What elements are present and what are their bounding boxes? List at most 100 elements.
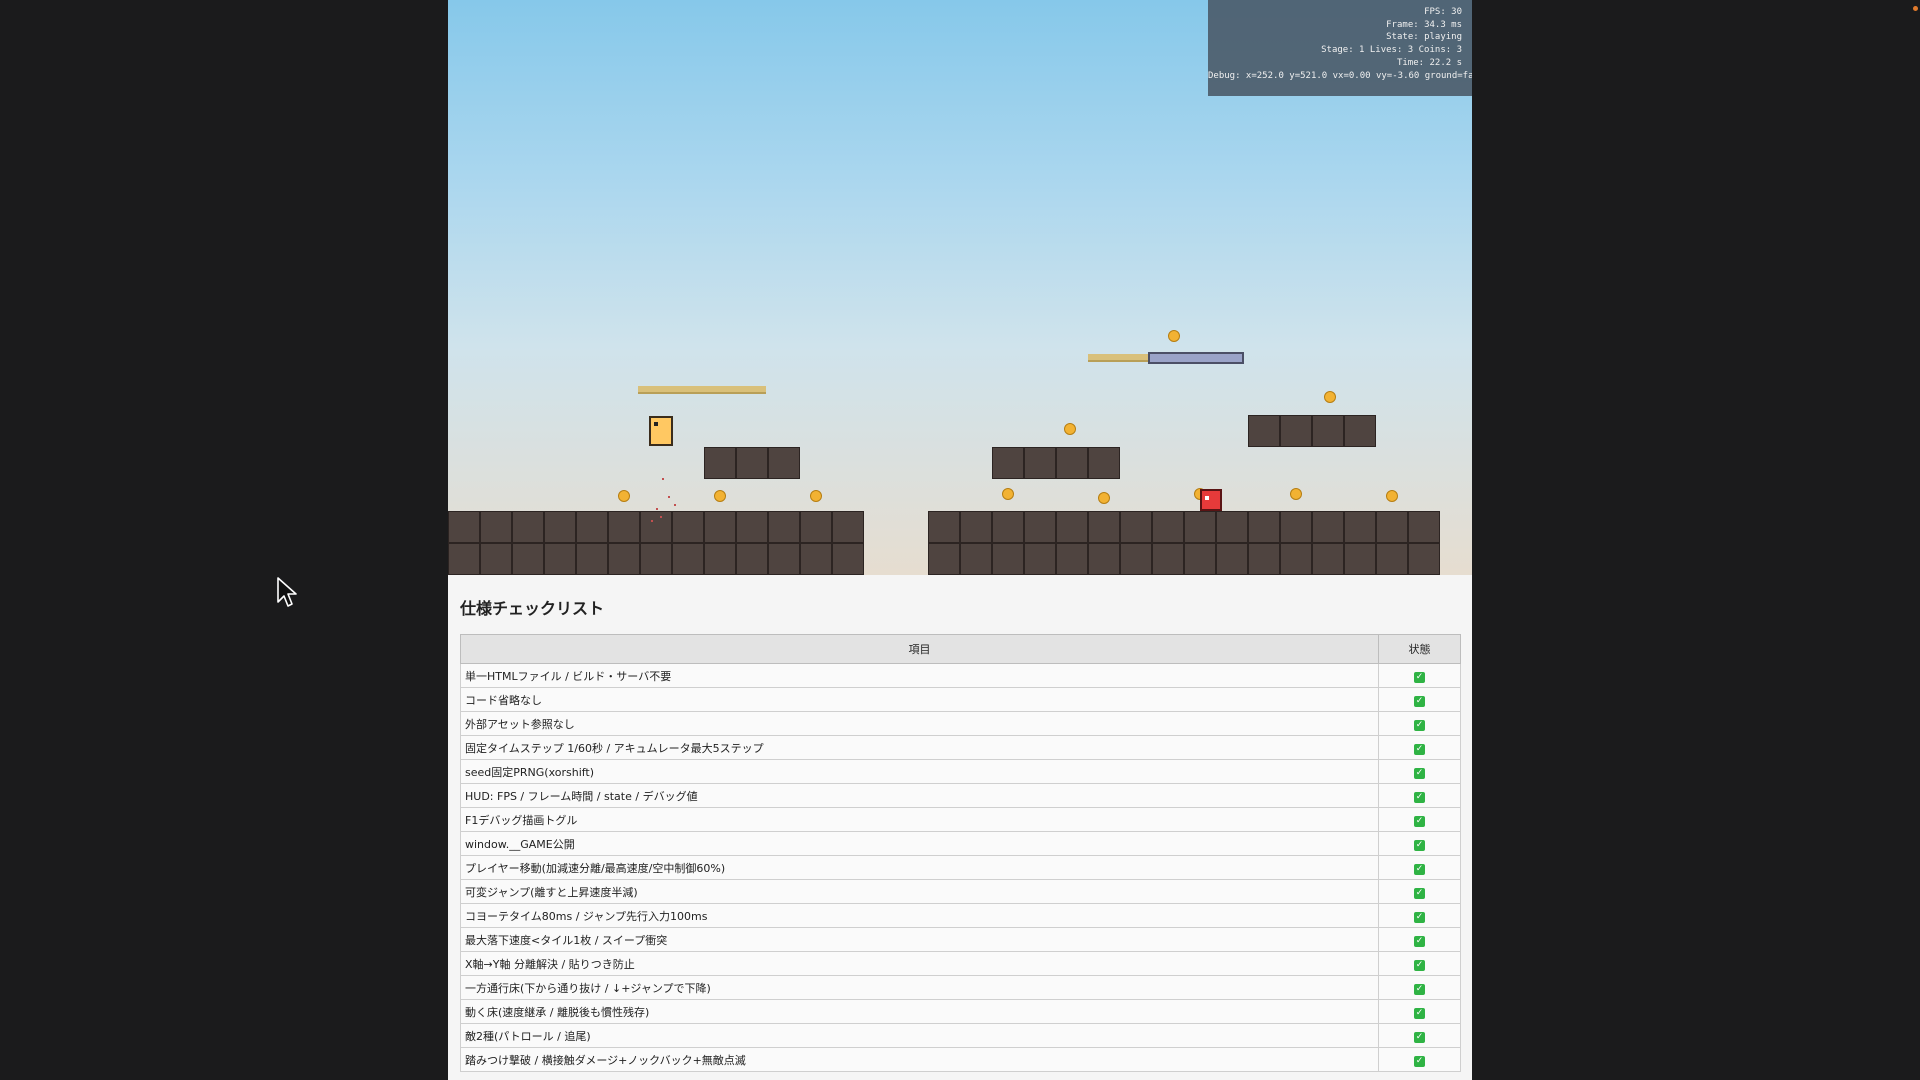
checklist-status: ✓ <box>1378 807 1461 832</box>
checklist-status: ✓ <box>1378 879 1461 904</box>
checklist-status: ✓ <box>1378 831 1461 856</box>
checklist-item-label: window.__GAME公開 <box>460 831 1379 856</box>
check-icon: ✓ <box>1414 671 1425 683</box>
page-container: FPS: 30 Frame: 34.3 ms State: playing St… <box>448 0 1472 1080</box>
ground-tile <box>1088 543 1120 575</box>
ground-tile <box>832 511 864 543</box>
checklist-item-label: seed固定PRNG(xorshift) <box>460 759 1379 784</box>
status-dot <box>1913 6 1918 11</box>
ground-tile <box>1088 511 1120 543</box>
ground-tile <box>736 511 768 543</box>
coin <box>1386 490 1398 502</box>
particle <box>656 508 658 510</box>
table-row: 外部アセット参照なし ✓ <box>460 711 1461 736</box>
column-header-item: 項目 <box>460 634 1379 664</box>
block-tile <box>768 447 800 479</box>
hud-stats: Stage: 1 Lives: 3 Coins: 3 <box>1321 45 1462 56</box>
ground-tile <box>576 543 608 575</box>
ground-tile <box>640 543 672 575</box>
block-tile <box>1312 415 1344 447</box>
ground-tile <box>448 511 480 543</box>
table-row: 踏みつけ撃破 / 横接触ダメージ+ノックバック+無敵点滅 ✓ <box>460 1047 1461 1072</box>
checklist-table: 項目 状態 単一HTMLファイル / ビルド・サーバ不要 ✓ コード省略なし ✓ 外部ア… <box>460 634 1461 1072</box>
ground-tile <box>960 511 992 543</box>
checklist-status: ✓ <box>1378 975 1461 1000</box>
ground-tile <box>480 511 512 543</box>
block-tile <box>1024 447 1056 479</box>
ground-tile <box>1408 511 1440 543</box>
ground-tile <box>1216 511 1248 543</box>
checklist-status: ✓ <box>1378 759 1461 784</box>
check-icon: ✓ <box>1414 1055 1425 1067</box>
checklist-status: ✓ <box>1378 783 1461 808</box>
block-tile <box>1088 447 1120 479</box>
table-row: コヨーテタイム80ms / ジャンプ先行入力100ms ✓ <box>460 903 1461 928</box>
checklist-item-label: 単一HTMLファイル / ビルド・サーバ不要 <box>460 663 1379 688</box>
ground-tile <box>544 543 576 575</box>
ground-tile <box>1152 543 1184 575</box>
checklist-section: 仕様チェックリスト 項目 状態 単一HTMLファイル / ビルド・サーバ不要 ✓ コ… <box>460 600 1461 1072</box>
ground-tile <box>1376 543 1408 575</box>
ground-tile <box>736 543 768 575</box>
table-row: 敵2種(パトロール / 追尾) ✓ <box>460 1023 1461 1048</box>
table-row: window.__GAME公開 ✓ <box>460 831 1461 856</box>
ground-tile <box>928 511 960 543</box>
check-icon: ✓ <box>1414 719 1425 731</box>
check-icon: ✓ <box>1414 791 1425 803</box>
block-tile <box>1056 447 1088 479</box>
table-row: F1デバッグ描画トグル ✓ <box>460 807 1461 832</box>
checklist-item-label: コード省略なし <box>460 687 1379 712</box>
ground-tile <box>544 511 576 543</box>
checklist-status: ✓ <box>1378 735 1461 760</box>
mouse-cursor-icon <box>277 577 297 607</box>
checklist-item-label: 動く床(速度継承 / 離脱後も慣性残存) <box>460 999 1379 1024</box>
check-icon: ✓ <box>1414 1031 1425 1043</box>
enemy-patrol <box>1200 489 1222 511</box>
coin <box>618 490 630 502</box>
hud-fps: FPS: 30 <box>1424 7 1462 17</box>
checklist-item-label: 外部アセット参照なし <box>460 711 1379 736</box>
ground-tile <box>1152 511 1184 543</box>
check-icon: ✓ <box>1414 935 1425 947</box>
ground-tile <box>1280 543 1312 575</box>
check-icon: ✓ <box>1414 815 1425 827</box>
block-tile <box>736 447 768 479</box>
oneway-platform <box>638 386 766 394</box>
ground-tile <box>1344 543 1376 575</box>
table-row: 可変ジャンプ(離すと上昇速度半減) ✓ <box>460 879 1461 904</box>
block-tile <box>1280 415 1312 447</box>
player-character <box>649 416 673 446</box>
checklist-status: ✓ <box>1378 663 1461 688</box>
ground-tile <box>1184 511 1216 543</box>
checklist-item-label: 踏みつけ撃破 / 横接触ダメージ+ノックバック+無敵点滅 <box>460 1047 1379 1072</box>
ground-tile <box>704 511 736 543</box>
ground-tile <box>992 511 1024 543</box>
table-row: 動く床(速度継承 / 離脱後も慣性残存) ✓ <box>460 999 1461 1024</box>
coin <box>1064 423 1076 435</box>
coin <box>1290 488 1302 500</box>
game-canvas[interactable]: FPS: 30 Frame: 34.3 ms State: playing St… <box>448 0 1472 575</box>
ground-tile <box>576 511 608 543</box>
hud-state: State: playing <box>1386 32 1462 43</box>
table-row: 一方通行床(下から通り抜け / ↓+ジャンプで下降) ✓ <box>460 975 1461 1000</box>
ground-tile <box>1312 511 1344 543</box>
coin <box>1002 488 1014 500</box>
coin <box>1168 330 1180 342</box>
ground-tile <box>768 543 800 575</box>
hud-panel: FPS: 30 Frame: 34.3 ms State: playing St… <box>1208 0 1472 96</box>
ground-tile <box>1056 511 1088 543</box>
hud-debug: Debug: x=252.0 y=521.0 vx=0.00 vy=-3.60 … <box>1208 70 1472 81</box>
checklist-item-label: 可変ジャンプ(離すと上昇速度半減) <box>460 879 1379 904</box>
ground-tile <box>1248 543 1280 575</box>
ground-tile <box>1408 543 1440 575</box>
table-row: コード省略なし ✓ <box>460 687 1461 712</box>
check-icon: ✓ <box>1414 743 1425 755</box>
ground-tile <box>800 511 832 543</box>
ground-tile <box>1216 543 1248 575</box>
ground-tile <box>1280 511 1312 543</box>
check-icon: ✓ <box>1414 863 1425 875</box>
ground-tile <box>1248 511 1280 543</box>
check-icon: ✓ <box>1414 695 1425 707</box>
table-row: 最大落下速度<タイル1枚 / スイープ衝突 ✓ <box>460 927 1461 952</box>
ground-tile <box>960 543 992 575</box>
